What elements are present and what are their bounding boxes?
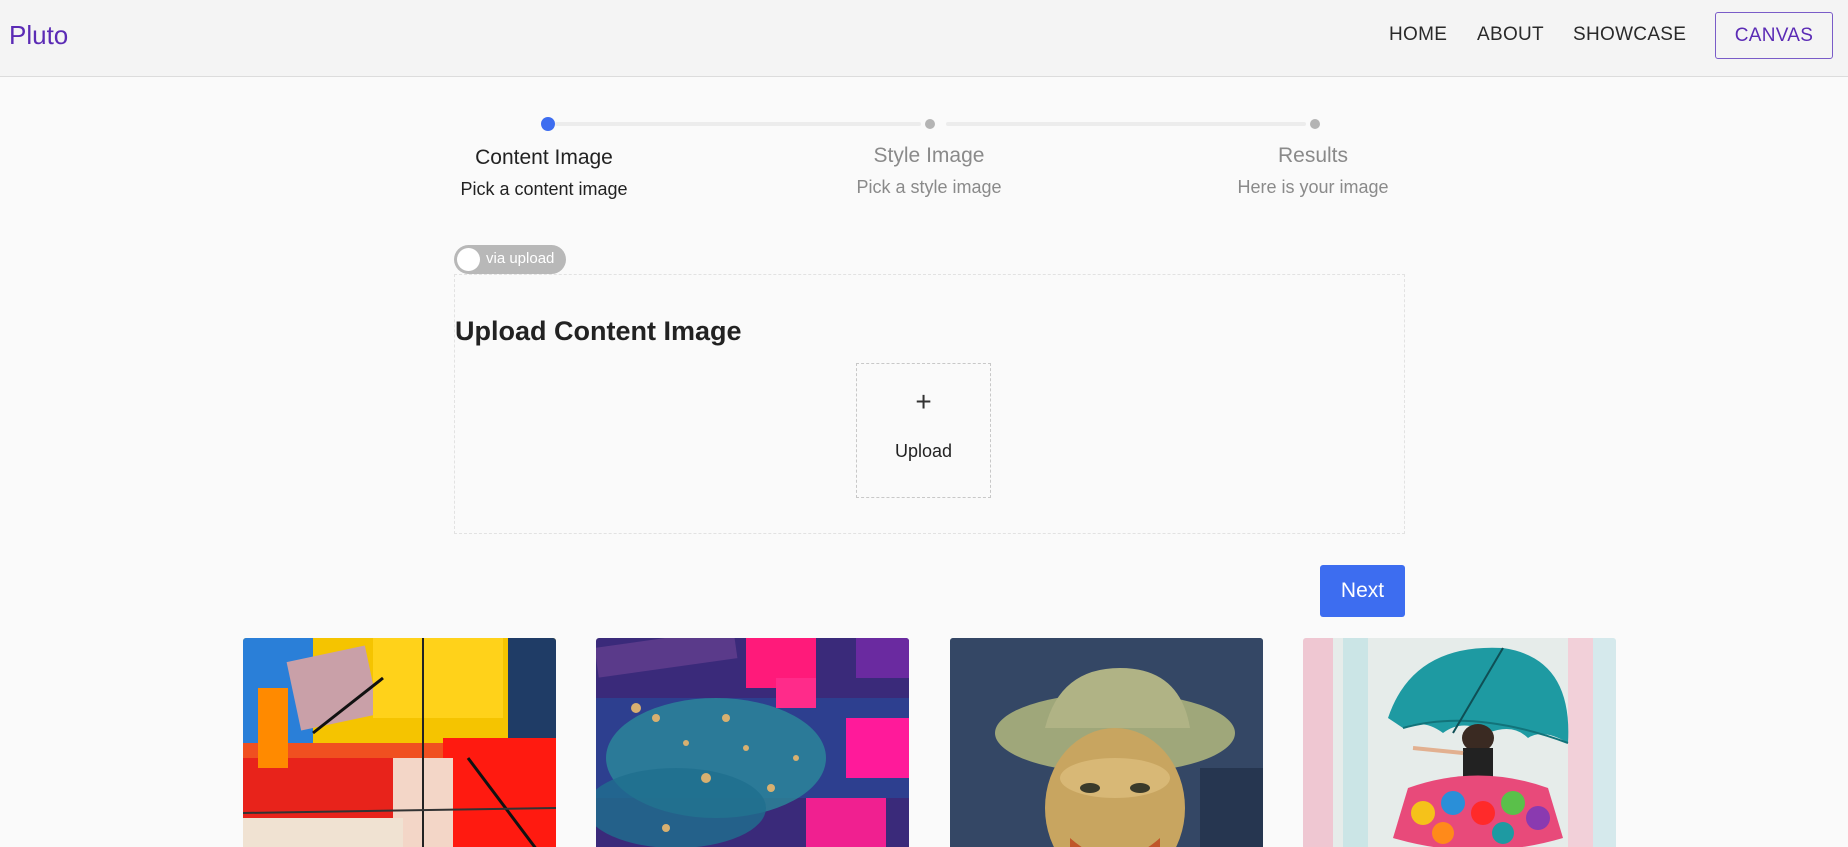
nav-about[interactable]: ABOUT [1477, 24, 1544, 46]
top-navbar: Pluto HOME ABOUT SHOWCASE CANVAS [0, 0, 1848, 77]
nav-home[interactable]: HOME [1389, 24, 1447, 46]
toggle-label: via upload [486, 250, 555, 267]
abstract-painting-image [243, 638, 556, 847]
step-1-subtitle: Pick a content image [460, 179, 628, 199]
step-3-dot [1310, 119, 1320, 129]
step-1-dot [541, 117, 555, 131]
step-3-subtitle: Here is your image [1237, 177, 1389, 197]
step-connector [555, 122, 921, 126]
umbrella-girl-image [1303, 638, 1616, 847]
upload-dropzone[interactable]: + Upload [856, 363, 991, 498]
van-gogh-portrait-image [950, 638, 1263, 847]
step-2-title: Style Image [873, 144, 985, 167]
step-connector [946, 122, 1306, 126]
plus-icon: + [915, 386, 932, 417]
gallery-image-abstract[interactable] [243, 638, 556, 847]
gallery-image-umbrella[interactable] [1303, 638, 1616, 847]
step-1-title: Content Image [475, 146, 613, 169]
gallery-image-splatter[interactable] [596, 638, 909, 847]
step-2-dot [925, 119, 935, 129]
next-button[interactable]: Next [1320, 565, 1405, 617]
brand-logo[interactable]: Pluto [9, 20, 68, 51]
canvas-button[interactable]: CANVAS [1715, 12, 1833, 59]
step-2-subtitle: Pick a style image [856, 177, 1002, 197]
splatter-painting-image [596, 638, 909, 847]
step-3-title: Results [1277, 144, 1349, 167]
upload-panel-title: Upload Content Image [455, 316, 742, 346]
upload-mode-toggle[interactable]: via upload [454, 245, 566, 274]
toggle-knob [457, 248, 480, 271]
upload-label: Upload [894, 441, 953, 461]
gallery-image-portrait[interactable] [950, 638, 1263, 847]
nav-showcase[interactable]: SHOWCASE [1573, 24, 1686, 46]
